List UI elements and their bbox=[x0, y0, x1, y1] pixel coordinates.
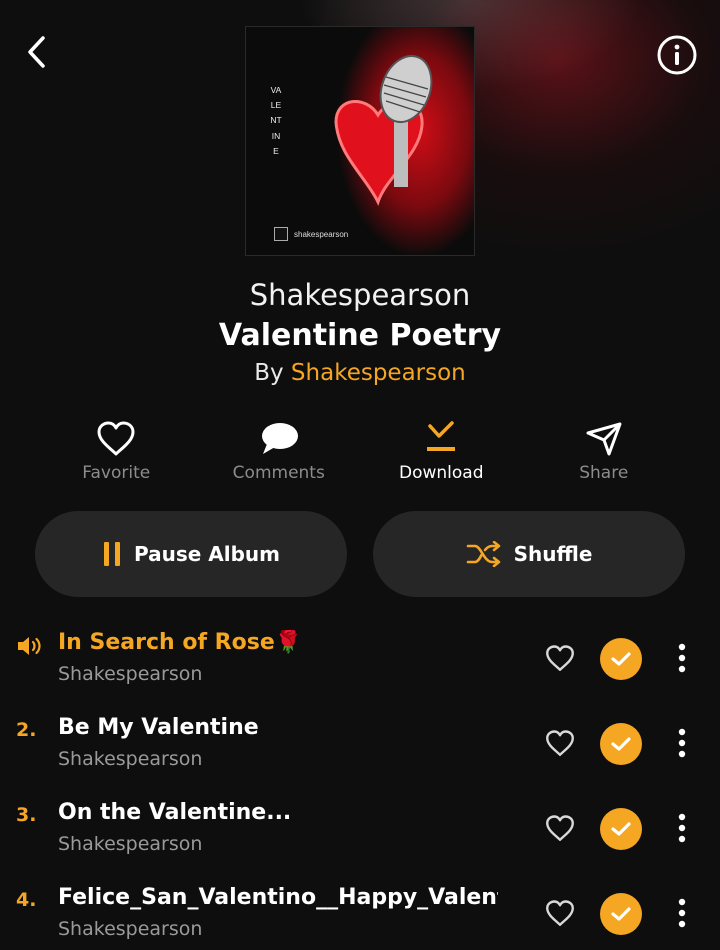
more-vertical-icon bbox=[678, 643, 686, 673]
track-number: 3. bbox=[16, 804, 37, 826]
download-check-icon bbox=[427, 421, 456, 451]
track-artist: Shakespearson bbox=[58, 918, 203, 940]
download-label: Download bbox=[398, 463, 484, 483]
heart-outline-icon bbox=[97, 421, 135, 456]
favorite-button[interactable]: Favorite bbox=[35, 420, 198, 483]
track-downloaded-button[interactable] bbox=[600, 638, 642, 680]
track-favorite-button[interactable] bbox=[544, 812, 576, 844]
pause-icon bbox=[103, 542, 120, 566]
track-title: In Search of Rose🌹 bbox=[58, 630, 498, 655]
shuffle-label: Shuffle bbox=[513, 542, 593, 566]
favorite-label: Favorite bbox=[82, 463, 151, 483]
heart-outline-icon bbox=[546, 644, 574, 671]
comments-button[interactable]: Comments bbox=[198, 420, 361, 483]
track-number: 4. bbox=[16, 889, 37, 911]
track-row[interactable]: In Search of Rose🌹 Shakespearson bbox=[0, 616, 720, 696]
cover-brand-text: shakespearson bbox=[294, 229, 349, 239]
track-row[interactable]: 4. Felice_San_Valentino__Happy_Valenti..… bbox=[0, 871, 720, 950]
rose-emoji: 🌹 bbox=[274, 630, 303, 655]
album-title: Valentine Poetry bbox=[218, 318, 502, 353]
back-button[interactable] bbox=[18, 34, 54, 70]
track-row[interactable]: 3. On the Valentine... Shakespearson bbox=[0, 786, 720, 866]
album-cover: VALENTINE shakespearson bbox=[245, 26, 475, 256]
brand-logo-icon bbox=[274, 227, 288, 241]
send-arrow-icon bbox=[586, 422, 622, 456]
chevron-left-icon bbox=[28, 36, 45, 68]
heart-outline-icon bbox=[546, 729, 574, 756]
track-downloaded-button[interactable] bbox=[600, 808, 642, 850]
info-button[interactable] bbox=[656, 34, 698, 76]
track-downloaded-button[interactable] bbox=[600, 893, 642, 935]
cover-brand: shakespearson bbox=[274, 227, 348, 241]
pause-album-button[interactable]: Pause Album bbox=[35, 511, 347, 597]
track-artist: Shakespearson bbox=[58, 663, 203, 685]
share-label: Share bbox=[579, 463, 629, 483]
track-title: Be My Valentine bbox=[58, 715, 259, 740]
track-downloaded-button[interactable] bbox=[600, 723, 642, 765]
download-button[interactable]: Download bbox=[360, 420, 523, 483]
track-more-button[interactable] bbox=[668, 638, 696, 678]
cover-vertical-title: VALENTINE bbox=[270, 85, 282, 156]
album-byline: By Shakespearson bbox=[0, 360, 720, 386]
track-title: Felice_San_Valentino__Happy_Valenti... bbox=[58, 885, 498, 910]
track-favorite-button[interactable] bbox=[544, 897, 576, 929]
check-icon bbox=[611, 737, 631, 751]
album-subtitle: Shakespearson bbox=[249, 278, 471, 312]
more-vertical-icon bbox=[678, 898, 686, 928]
track-number: 2. bbox=[16, 719, 37, 741]
check-icon bbox=[611, 652, 631, 666]
track-title: On the Valentine... bbox=[58, 800, 292, 825]
album-artist-link[interactable]: Shakespearson bbox=[291, 360, 466, 386]
album-screen: VALENTINE shakespearson Shakespearson Va… bbox=[0, 0, 720, 950]
more-vertical-icon bbox=[678, 728, 686, 758]
heart-outline-icon bbox=[546, 814, 574, 841]
shuffle-icon bbox=[466, 541, 500, 567]
heart-outline-icon bbox=[546, 899, 574, 926]
check-icon bbox=[611, 822, 631, 836]
track-title-text: In Search of Rose bbox=[58, 630, 275, 655]
byline-prefix: By bbox=[254, 360, 284, 386]
track-more-button[interactable] bbox=[668, 808, 696, 848]
pause-album-label: Pause Album bbox=[133, 542, 280, 566]
now-playing-indicator bbox=[16, 634, 46, 663]
track-favorite-button[interactable] bbox=[544, 642, 576, 674]
track-more-button[interactable] bbox=[668, 723, 696, 763]
comment-bubble-icon bbox=[261, 423, 298, 454]
comments-label: Comments bbox=[232, 463, 325, 483]
track-more-button[interactable] bbox=[668, 893, 696, 933]
check-icon bbox=[611, 907, 631, 921]
more-vertical-icon bbox=[678, 813, 686, 843]
speaker-volume-icon bbox=[18, 637, 41, 655]
track-artist: Shakespearson bbox=[58, 748, 203, 770]
track-artist: Shakespearson bbox=[58, 833, 203, 855]
info-circle-icon bbox=[657, 35, 697, 75]
track-row[interactable]: 2. Be My Valentine Shakespearson bbox=[0, 701, 720, 781]
share-button[interactable]: Share bbox=[523, 420, 686, 483]
track-favorite-button[interactable] bbox=[544, 727, 576, 759]
album-actions: Favorite Comments Download Share bbox=[35, 420, 685, 483]
shuffle-button[interactable]: Shuffle bbox=[373, 511, 685, 597]
